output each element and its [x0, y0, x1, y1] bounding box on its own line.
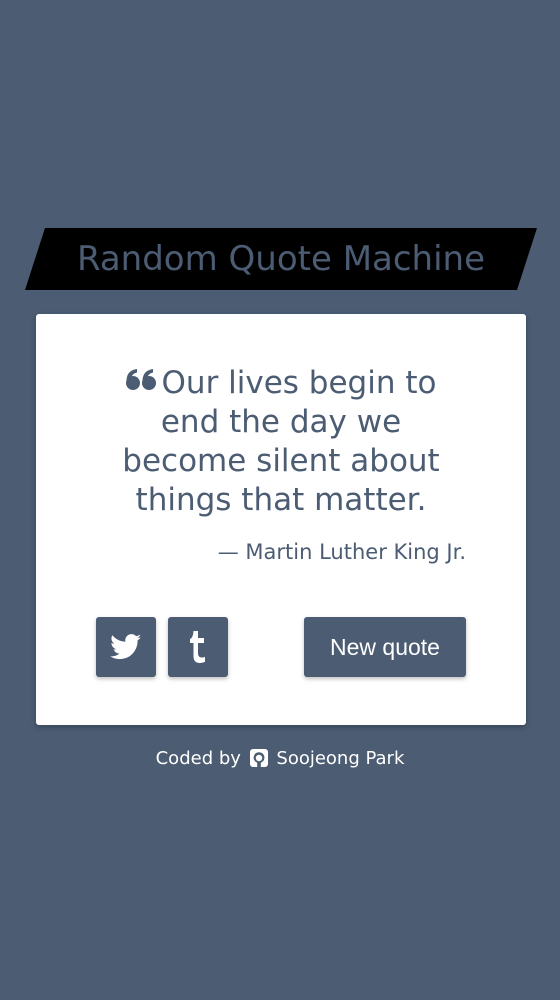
tweet-button[interactable] — [96, 617, 156, 677]
new-quote-button[interactable]: New quote — [304, 617, 466, 677]
tumblr-button[interactable] — [168, 617, 228, 677]
footer-author-link[interactable]: Soojeong Park — [276, 748, 404, 769]
quote-author: — Martin Luther King Jr. — [217, 540, 466, 564]
title-banner: Random Quote Machine — [25, 228, 537, 290]
page-title: Random Quote Machine — [76, 239, 486, 279]
quote-text: Our lives begin to end the day we become… — [122, 365, 440, 518]
quote-block: Our lives begin to end the day we become… — [96, 362, 466, 520]
footer-prefix: Coded by — [155, 748, 241, 769]
tumblr-icon — [190, 631, 205, 663]
quote-left-icon — [125, 362, 156, 390]
footer-credit: Coded by Soojeong Park — [0, 748, 560, 769]
twitter-icon — [110, 634, 142, 660]
github-icon[interactable] — [249, 749, 268, 767]
quote-card: Our lives begin to end the day we become… — [36, 314, 526, 725]
